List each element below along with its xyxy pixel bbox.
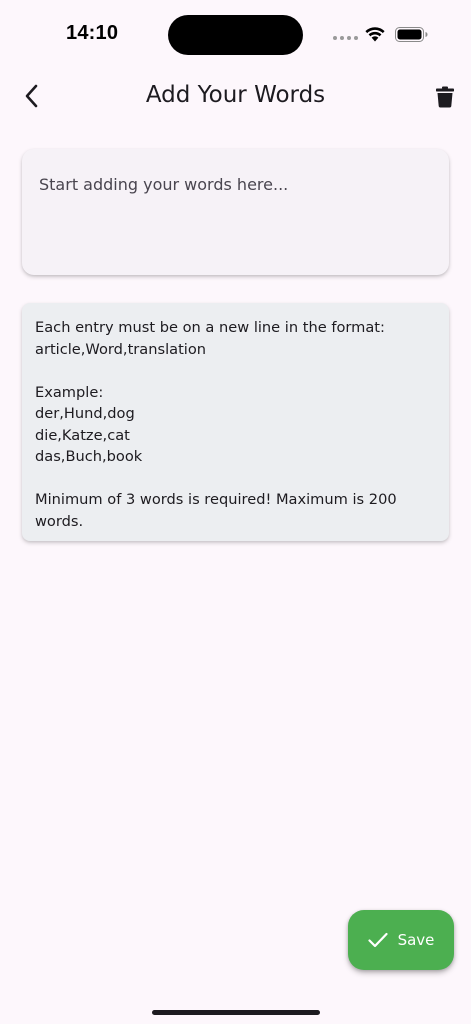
save-button[interactable]: Save bbox=[348, 910, 454, 970]
cellular-signal-icon bbox=[333, 36, 358, 40]
trash-icon bbox=[436, 86, 454, 108]
home-indicator[interactable] bbox=[152, 1010, 320, 1015]
word-count-requirement: Minimum of 3 words is required! Maximum … bbox=[35, 491, 397, 530]
example-entry: die,Katze,cat bbox=[35, 426, 130, 444]
example-entry: das,Buch,book bbox=[35, 448, 143, 465]
wifi-icon bbox=[365, 27, 385, 42]
instructions-format-line: Each entry must be on a new line in the … bbox=[35, 319, 385, 336]
status-bar: 14:10 bbox=[0, 0, 471, 70]
example-heading: Example: bbox=[35, 383, 104, 401]
battery-icon bbox=[395, 27, 428, 42]
example-entry: der,Hund,dog bbox=[35, 405, 135, 422]
status-time: 14:10 bbox=[66, 22, 119, 44]
words-input-card bbox=[22, 149, 449, 275]
page-title: Add Your Words bbox=[145, 82, 326, 108]
instructions-format-pattern: article,Word,translation bbox=[35, 340, 207, 358]
save-label: Save bbox=[397, 931, 435, 949]
app-bar: Add Your Words bbox=[0, 70, 471, 126]
instructions-card: Each entry must be on a new line in the … bbox=[22, 303, 449, 541]
check-icon bbox=[367, 932, 388, 948]
words-input[interactable] bbox=[22, 149, 449, 275]
delete-button[interactable] bbox=[432, 84, 458, 110]
dynamic-island bbox=[168, 15, 303, 55]
